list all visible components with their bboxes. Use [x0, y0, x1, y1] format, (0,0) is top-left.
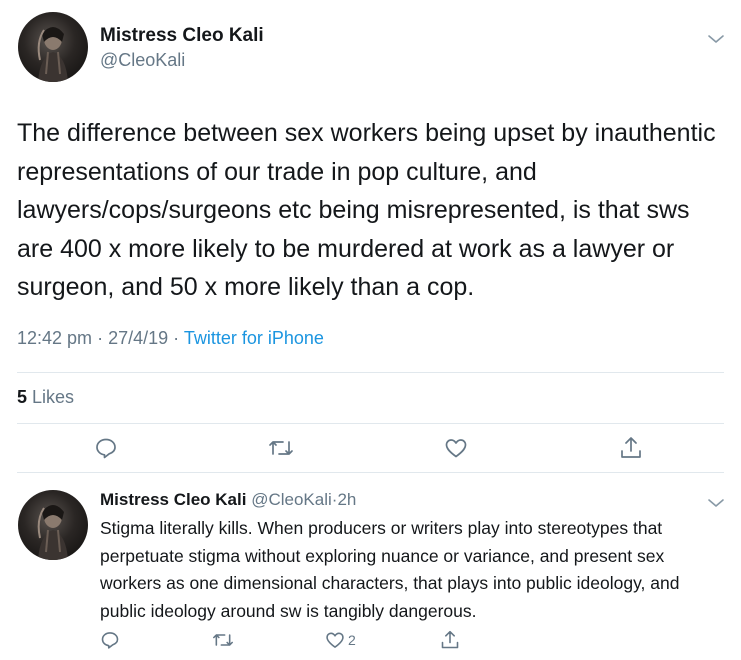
tweet-date: 27/4/19 — [108, 328, 169, 348]
tweet-text: The difference between sex workers being… — [17, 119, 716, 301]
share-button[interactable] — [619, 435, 643, 461]
like-count: 2 — [348, 632, 356, 648]
reply-text: Stigma literally kills. When producers o… — [100, 518, 680, 621]
avatar-photo — [37, 505, 68, 560]
share-icon — [441, 630, 459, 649]
heart-icon — [326, 632, 344, 648]
reply-author-name[interactable]: Mistress Cleo Kali — [100, 490, 246, 509]
share-icon — [621, 437, 641, 458]
likes-stat[interactable]: 5 Likes — [17, 387, 74, 408]
likes-label: Likes — [32, 387, 75, 407]
avatar-photo — [37, 27, 68, 82]
share-button[interactable] — [440, 629, 460, 651]
author-handle[interactable]: @CleoKali — [100, 50, 185, 71]
retweet-button[interactable] — [268, 436, 294, 460]
avatar[interactable] — [18, 490, 88, 560]
retweet-icon — [269, 441, 293, 455]
tweet-source-link[interactable]: Twitter for iPhone — [184, 328, 324, 348]
reply-time[interactable]: 2h — [337, 490, 356, 509]
reply-header: Mistress Cleo Kali @CleoKali·2h — [100, 490, 356, 510]
retweet-icon — [213, 634, 233, 646]
author-name[interactable]: Mistress Cleo Kali — [100, 25, 264, 47]
like-button[interactable]: 2 — [325, 630, 356, 650]
reply-icon — [101, 632, 119, 649]
reply-button[interactable] — [94, 436, 118, 460]
like-button[interactable] — [444, 436, 468, 460]
reply-author-handle[interactable]: @CleoKali — [251, 490, 332, 509]
meta-separator: · — [97, 328, 104, 348]
avatar[interactable] — [18, 12, 88, 82]
heart-icon — [445, 439, 467, 458]
reply-icon — [96, 438, 116, 459]
retweet-button[interactable] — [212, 630, 234, 650]
likes-count: 5 — [17, 387, 28, 407]
divider — [17, 372, 724, 373]
chevron-down-icon[interactable] — [706, 32, 726, 46]
reply-button[interactable] — [100, 630, 120, 650]
divider — [17, 423, 724, 424]
chevron-down-icon[interactable] — [706, 496, 726, 510]
tweet-time: 12:42 pm — [17, 328, 93, 348]
meta-separator: · — [173, 328, 180, 348]
tweet-meta: 12:42 pm · 27/4/19 · Twitter for iPhone — [17, 328, 324, 349]
divider — [17, 472, 724, 473]
